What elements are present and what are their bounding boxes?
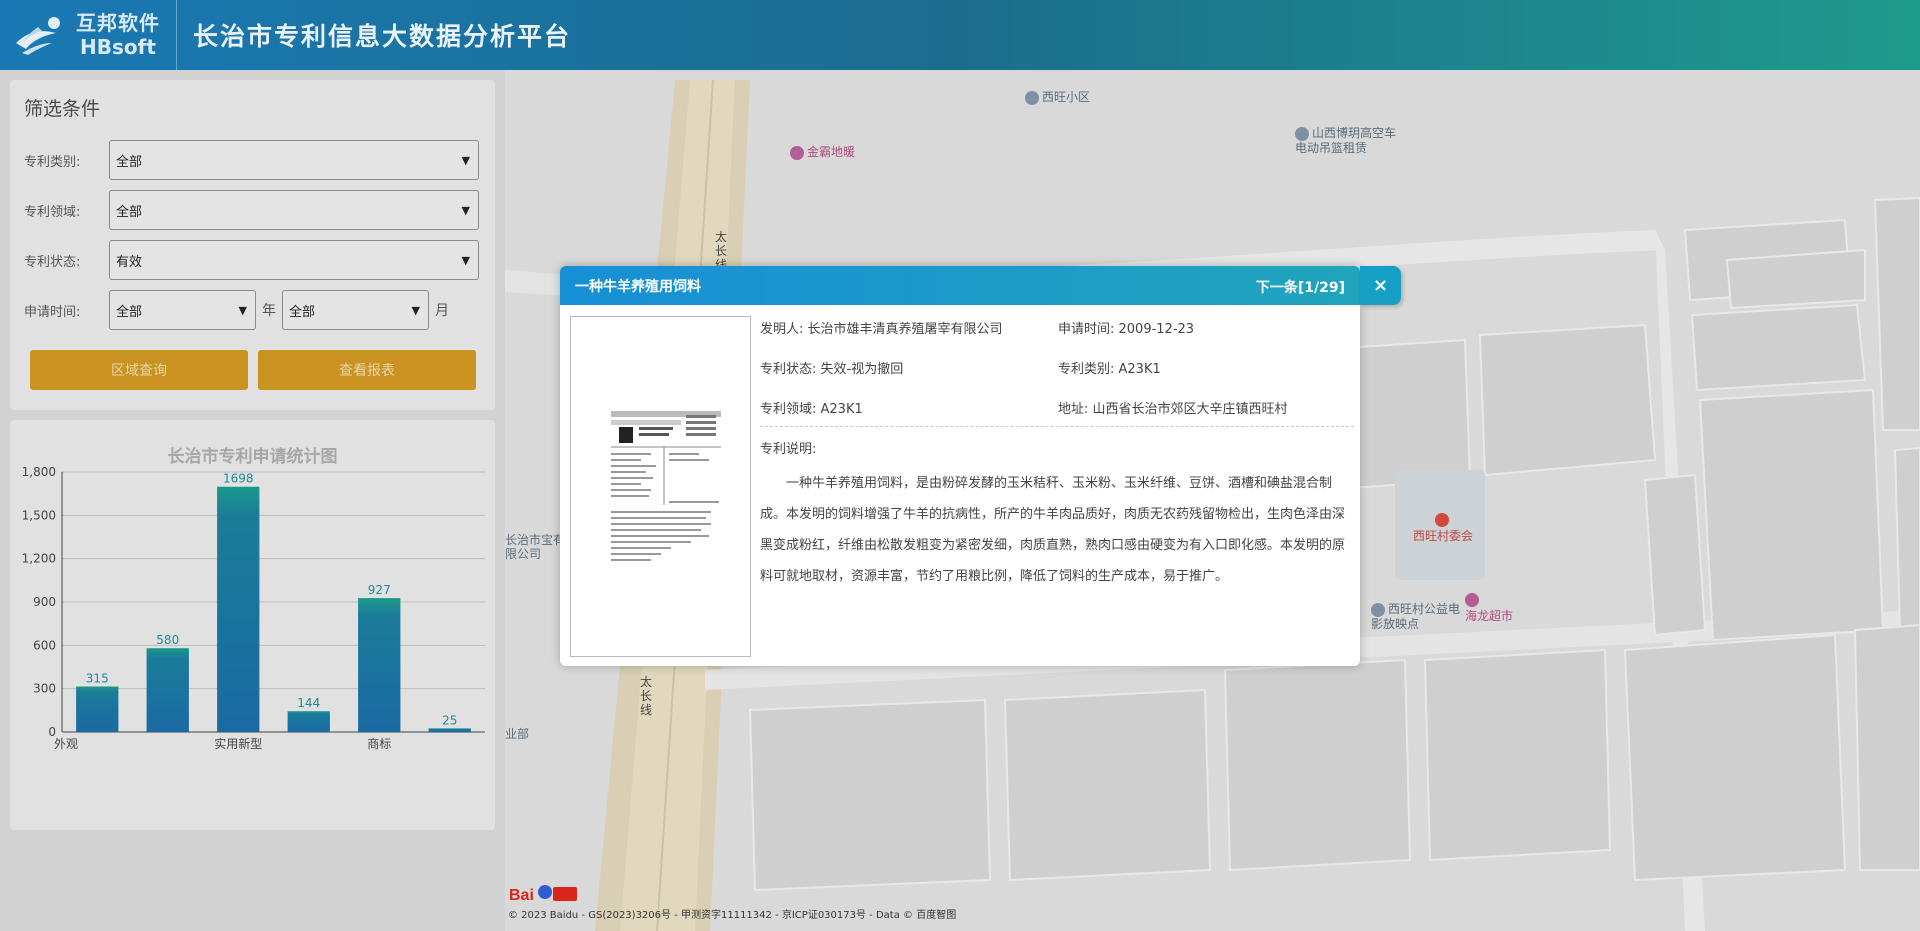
filter-row-time: 申请时间: 全部 ▼ 年 全部 ▼ 月 [24, 290, 455, 330]
year-unit: 年 [262, 303, 276, 319]
patent-detail-modal: 一种牛羊养殖用饲料 下一条[1/29] × 发明人: 长治市雄丰清真养殖屠宰有限… [560, 266, 1401, 666]
map-poi-changzhi-bao[interactable]: 长治市宝有限公司 [505, 533, 565, 561]
next-record-link[interactable]: 下一条[1/29] [1256, 277, 1345, 297]
close-button[interactable]: × [1360, 266, 1401, 305]
y-tick-label: 900 [33, 595, 56, 609]
chart-bar [217, 486, 260, 732]
y-tick-label: 1,800 [22, 465, 56, 479]
bar-value-label: 580 [156, 633, 179, 647]
inventor-info: 发明人: 长治市雄丰清真养殖屠宰有限公司 [760, 322, 1003, 337]
region-query-button[interactable]: 区域查询 [30, 350, 248, 390]
chevron-down-icon: ▼ [238, 303, 247, 317]
patent-description: 一种牛羊养殖用饲料，是由粉碎发酵的玉米秸秆、玉米粉、玉米纤维、豆饼、酒槽和碘盐混… [760, 476, 1346, 584]
field-select-value: 全部 [116, 204, 143, 220]
map-copyright: © 2023 Baidu - GS(2023)3206号 - 甲测资字11111… [508, 910, 957, 921]
modal-header: 一种牛羊养殖用饲料 下一条[1/29] [560, 266, 1360, 305]
y-tick-label: 1,200 [22, 552, 56, 566]
filter-panel: 筛选条件 专利类别: 全部 ▼ 专利领域: 全部 ▼ 专利状态: 有效 ▼ 申请… [10, 80, 495, 410]
y-tick-label: 600 [33, 638, 56, 652]
chart-bar [287, 711, 330, 732]
map-poi-xiwang-community[interactable]: 西旺小区 [1025, 88, 1090, 105]
bar-value-label: 315 [86, 672, 109, 686]
chart-bar [76, 686, 119, 732]
chart-bar [358, 598, 401, 732]
x-tick-label: 外观 [54, 737, 78, 751]
y-tick-label: 300 [33, 682, 56, 696]
chevron-down-icon: ▼ [411, 303, 420, 317]
map-poi-yebu[interactable]: 业部 [505, 725, 529, 742]
filter-row-type: 专利类别: 全部 ▼ [24, 140, 479, 180]
year-select[interactable]: 全部 ▼ [109, 290, 256, 330]
apply-time-info: 申请时间: 2009-12-23 [1058, 322, 1195, 337]
time-label: 申请时间: [24, 304, 81, 320]
map-road-label-2: 太长线 [640, 675, 653, 717]
close-icon: × [1372, 275, 1389, 296]
app-header: 互邦软件 HBsoft 长治市专利信息大数据分析平台 [0, 0, 1920, 70]
status-select-value: 有效 [116, 254, 143, 270]
baidu-map-logo: Bai [509, 885, 577, 904]
chart-bar [428, 728, 471, 732]
modal-divider [760, 426, 1354, 427]
view-report-button[interactable]: 查看报表 [258, 350, 476, 390]
field-select[interactable]: 全部 ▼ [109, 190, 479, 230]
map-poi-xiwang-village[interactable]: 西旺村委会 [1408, 512, 1478, 544]
patent-status-info: 专利状态: 失效-视为撤回 [760, 362, 904, 377]
patent-field-info: 专利领域: A23K1 [760, 402, 863, 417]
address-info: 地址: 山西省长治市郊区大辛庄镇西旺村 [1058, 402, 1288, 417]
chevron-down-icon: ▼ [461, 253, 470, 267]
field-label: 专利领域: [24, 204, 81, 220]
filter-row-field: 专利领域: 全部 ▼ [24, 190, 479, 230]
status-label: 专利状态: [24, 254, 81, 270]
month-unit: 月 [435, 303, 449, 319]
chart-panel: 长治市专利申请统计图 0 300 600 900 1,200 1,500 1,800 315… [10, 420, 495, 830]
modal-title: 一种牛羊养殖用饲料 [575, 278, 701, 295]
svg-text:Bai: Bai [509, 887, 534, 904]
type-select-value: 全部 [116, 154, 143, 170]
bar-chart: 03006009001,2001,5001,800 315外观5801698实用… [22, 465, 485, 751]
year-select-value: 全部 [116, 304, 143, 320]
logo: 互邦软件 HBsoft [0, 0, 177, 70]
y-tick-label: 1,500 [22, 508, 56, 522]
filter-row-status: 专利状态: 有效 ▼ [24, 240, 479, 280]
type-label: 专利类别: [24, 154, 81, 170]
bar-value-label: 1698 [223, 472, 254, 486]
hbsoft-logo-icon [16, 17, 60, 55]
status-select[interactable]: 有效 ▼ [109, 240, 479, 280]
x-tick-label: 实用新型 [214, 736, 262, 751]
logo-en: HBsoft [80, 35, 156, 59]
type-select[interactable]: 全部 ▼ [109, 140, 479, 180]
map-poi-hailong-supermarket[interactable]: 海龙超市 [1465, 592, 1525, 624]
chevron-down-icon: ▼ [461, 153, 470, 167]
chart-bar [146, 648, 189, 732]
map-poi-cinema[interactable]: 西旺村公益电影放映点 [1371, 602, 1471, 631]
x-tick-label: 商标 [367, 736, 391, 751]
bar-value-label: 927 [368, 583, 391, 597]
patent-document-thumbnail[interactable] [570, 316, 751, 657]
description-label: 专利说明: [760, 442, 817, 457]
month-select-value: 全部 [289, 304, 316, 320]
month-select[interactable]: 全部 ▼ [282, 290, 429, 330]
map-poi-shanxi-boyue[interactable]: 山西博玥高空车电动吊篮租赁 [1295, 126, 1405, 155]
patent-category-info: 专利类别: A23K1 [1058, 362, 1161, 377]
logo-cn: 互邦软件 [76, 11, 160, 35]
chevron-down-icon: ▼ [461, 203, 470, 217]
filter-title: 筛选条件 [24, 98, 101, 120]
document-preview-image [611, 411, 721, 561]
bar-value-label: 144 [297, 696, 320, 710]
map-poi-jinba[interactable]: 金霸地暖 [790, 143, 855, 160]
bar-value-label: 25 [442, 713, 457, 727]
app-title: 长治市专利信息大数据分析平台 [193, 22, 572, 51]
